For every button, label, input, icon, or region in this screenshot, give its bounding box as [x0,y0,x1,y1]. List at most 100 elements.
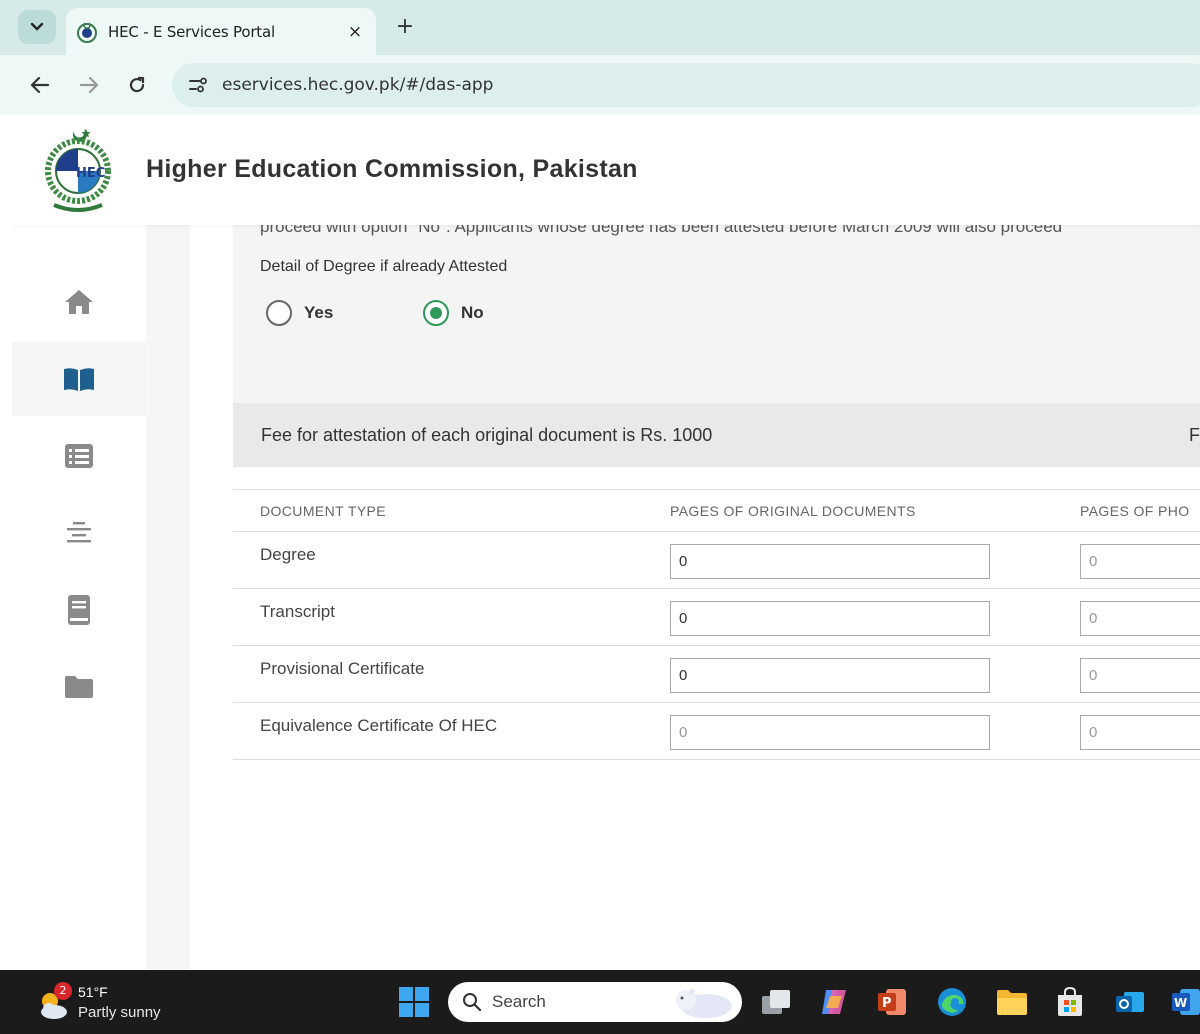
new-tab-button[interactable]: + [392,14,418,40]
sidebar-item-attestation[interactable] [12,342,146,416]
hec-logo: HEC [45,129,111,212]
search-highlight-bear-icon [676,989,732,1018]
start-button[interactable] [394,982,434,1022]
sidebar-item-home[interactable] [12,265,146,339]
column-header-document-type: DOCUMENT TYPE [260,503,387,519]
book-icon [68,595,90,625]
outlook-button[interactable] [1110,982,1150,1022]
weather-description: Partly sunny [78,1004,161,1021]
tab-close-icon[interactable]: × [340,22,370,42]
degree-photocopy-pages-input[interactable] [1080,544,1200,579]
taskbar-search[interactable]: Search [448,982,742,1022]
site-info-icon[interactable] [186,73,210,97]
word-button[interactable]: W [1166,982,1200,1022]
edge-button[interactable] [932,982,972,1022]
reload-icon [129,76,145,93]
reload-button[interactable] [122,70,152,100]
home-icon [65,290,93,314]
provisional-photocopy-pages-input[interactable] [1080,658,1200,693]
table-row: Degree [233,532,1200,589]
svg-text:W: W [1174,996,1187,1010]
edge-icon [938,988,966,1016]
search-icon [463,993,482,1012]
hec-favicon-icon [77,21,97,43]
task-view-icon [762,990,790,1014]
list-icon [65,444,93,468]
site-title: Higher Education Commission, Pakistan [146,155,638,183]
word-icon: W [1172,989,1200,1015]
page-viewport: HEC Higher Education Commission, Pakista… [12,115,1200,970]
table-header-row: DOCUMENT TYPE PAGES OF ORIGINAL DOCUMENT… [233,490,1200,532]
sidebar-item-folder[interactable] [12,650,146,724]
main-content: proceed with option "No". Applicants who… [190,225,1200,970]
chevron-down-icon [30,22,44,31]
sidebar-item-list[interactable] [12,419,146,493]
store-icon [1058,986,1082,1016]
browser-tab[interactable]: HEC - E Services Portal × [66,8,376,55]
powerpoint-button[interactable]: P [872,982,912,1022]
fee-text-right: F [1189,425,1200,445]
degree-attested-question: Detail of Degree if already Attested [260,258,508,275]
tab-title: HEC - E Services Portal [108,22,275,41]
svg-text:P: P [882,996,892,1011]
tab-search-button[interactable] [18,10,56,44]
radio-option-yes[interactable]: Yes [266,300,333,326]
transcript-photocopy-pages-input[interactable] [1080,601,1200,636]
sidebar-item-book[interactable] [12,573,146,647]
folder-icon [65,676,93,698]
radio-no-label: No [461,303,484,322]
radio-yes[interactable] [266,300,292,326]
row-label-transcript: Transcript [260,602,335,621]
weather-widget[interactable]: 2 51°F Partly sunny [36,982,186,1026]
weather-temperature: 51°F [78,984,108,1000]
degree-original-pages-input[interactable] [670,544,990,579]
equivalence-photocopy-pages-input[interactable] [1080,715,1200,750]
equivalence-original-pages-input[interactable] [670,715,990,750]
svg-text:HEC: HEC [76,166,105,181]
site-header: HEC Higher Education Commission, Pakista… [12,115,1200,225]
notification-badge: 2 [54,982,72,1000]
browser-tab-strip: HEC - E Services Portal × + [0,0,1200,55]
radio-no[interactable] [423,300,449,326]
arrow-right-icon [79,76,99,94]
provisional-original-pages-input[interactable] [670,658,990,693]
instruction-text: proceed with option "No". Applicants who… [260,225,1063,236]
column-header-photocopy-pages: PAGES OF PHO [1080,503,1190,519]
attestation-section: proceed with option "No". Applicants who… [233,225,1200,403]
task-view-button[interactable] [756,982,796,1022]
file-explorer-icon [997,990,1027,1015]
table-row: Equivalence Certificate Of HEC [233,703,1200,760]
content-gutter [146,225,190,970]
radio-option-no[interactable]: No [423,300,484,326]
address-bar[interactable]: eservices.hec.gov.pk/#/das-app [172,63,1200,107]
browser-toolbar: eservices.hec.gov.pk/#/das-app [0,55,1200,115]
start-icon [399,987,429,1017]
sidebar-item-align[interactable] [12,496,146,570]
back-button[interactable] [25,70,55,100]
table-row: Provisional Certificate [233,646,1200,703]
sidebar [12,225,146,970]
forward-button[interactable] [74,70,104,100]
book-open-icon [64,368,94,391]
url-text: eservices.hec.gov.pk/#/das-app [222,75,494,95]
row-label-provisional-certificate: Provisional Certificate [260,659,425,678]
align-center-icon [67,522,91,543]
windows-taskbar: 2 51°F Partly sunny Search P W [0,970,1200,1034]
outlook-icon [1116,992,1144,1012]
column-header-original-pages: PAGES OF ORIGINAL DOCUMENTS [670,503,916,519]
documents-table: DOCUMENT TYPE PAGES OF ORIGINAL DOCUMENT… [233,489,1200,760]
row-label-equivalence-certificate: Equivalence Certificate Of HEC [260,716,498,735]
copilot-icon [822,990,846,1014]
file-explorer-button[interactable] [992,982,1032,1022]
radio-yes-label: Yes [304,303,334,322]
row-label-degree: Degree [260,545,316,564]
fee-text: Fee for attestation of each original doc… [261,425,713,445]
microsoft-store-button[interactable] [1050,982,1090,1022]
table-row: Transcript [233,589,1200,646]
copilot-button[interactable] [814,982,854,1022]
arrow-left-icon [30,76,50,94]
transcript-original-pages-input[interactable] [670,601,990,636]
powerpoint-icon: P [878,989,906,1015]
radio-selected-dot [430,307,442,319]
fee-banner: Fee for attestation of each original doc… [233,403,1200,467]
